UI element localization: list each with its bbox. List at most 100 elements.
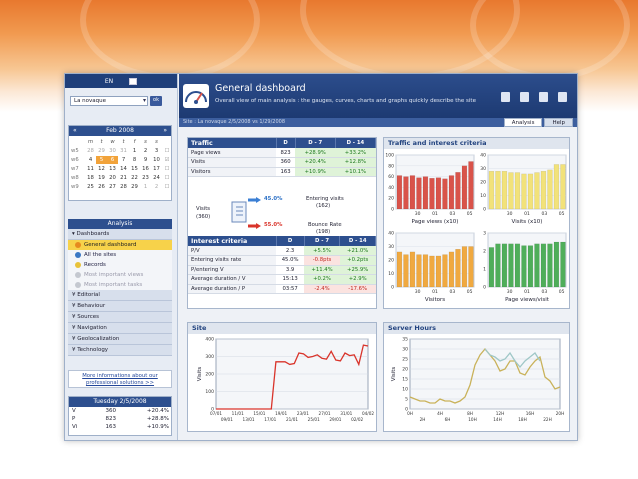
week-checkbox[interactable]: ☐ — [162, 165, 172, 173]
calendar-day[interactable]: 20 — [107, 174, 118, 182]
chart-x-label: Page views/visit — [505, 297, 550, 303]
menu-section-geolocalization[interactable]: ¥ Geolocalization — [68, 334, 172, 345]
y-tick-label: 30 — [480, 166, 486, 172]
menu-item-all-sites[interactable]: All the sites — [68, 250, 172, 260]
table-row: Page views 823 +28.9% +33.2% — [188, 148, 376, 158]
calendar-day[interactable]: 19 — [96, 174, 107, 182]
export-icon[interactable] — [520, 92, 529, 102]
print-icon[interactable] — [501, 92, 510, 102]
calendar-day[interactable]: 10 — [151, 156, 162, 164]
week-number[interactable]: w7 — [71, 165, 85, 173]
site-select[interactable]: La novaque — [70, 96, 148, 106]
week-number[interactable]: w9 — [71, 183, 85, 191]
y-tick-label: 0 — [391, 285, 394, 291]
week-number[interactable]: w6 — [71, 156, 85, 164]
x-tick-label: 29/01 — [329, 417, 341, 422]
calendar-day[interactable]: 13 — [107, 165, 118, 173]
toolbar — [501, 92, 567, 102]
calendar-month: Feb 2008 — [106, 127, 134, 134]
calendar-day[interactable]: 18 — [85, 174, 96, 182]
next-month-icon[interactable]: » — [163, 126, 167, 136]
calendar-day[interactable]: 27 — [107, 183, 118, 191]
calendar-day[interactable]: 16 — [140, 165, 151, 173]
week-number[interactable]: w5 — [71, 147, 85, 155]
menu-section-editorial[interactable]: ¥ Editorial — [68, 290, 172, 301]
menu-section-navigation[interactable]: ¥ Navigation — [68, 323, 172, 334]
bounce-value: (198) — [316, 229, 331, 235]
x-tick-label: 01 — [524, 289, 530, 295]
calendar-day[interactable]: 30 — [107, 147, 118, 155]
menu-section-dashboards[interactable]: ▾ Dashboards — [68, 229, 172, 240]
calendar-day[interactable]: 3 — [151, 147, 162, 155]
calendar-day[interactable]: 22 — [129, 174, 140, 182]
menu-section-technology[interactable]: ¥ Technology — [68, 345, 172, 356]
calendar-day[interactable]: 7 — [118, 156, 129, 164]
calendar-day[interactable]: 17 — [151, 165, 162, 173]
tab-help[interactable]: Help — [544, 118, 573, 127]
calendar-day[interactable]: 6 — [107, 156, 118, 164]
week-checkbox[interactable]: ☑ — [162, 156, 172, 164]
calendar-day[interactable]: 1 — [140, 183, 151, 191]
calendar-day[interactable]: 29 — [96, 147, 107, 155]
x-tick-label: 05 — [559, 211, 565, 217]
bar — [461, 246, 468, 288]
ok-button[interactable]: ok — [150, 96, 162, 106]
menu-section-behaviour[interactable]: ¥ Behaviour — [68, 301, 172, 312]
week-checkbox[interactable]: ☐ — [162, 174, 172, 182]
x-tick-label: 04/02 — [362, 411, 374, 416]
calendar-day[interactable]: 1 — [129, 147, 140, 155]
day-summary: Tuesday 2/5/2008 V 360 +20.4% P 823 +28.8% V… — [68, 396, 172, 436]
calendar-day[interactable]: 2 — [140, 147, 151, 155]
menu-section-sources[interactable]: ¥ Sources — [68, 312, 172, 323]
prev-month-icon[interactable]: « — [73, 126, 77, 136]
calendar-day[interactable]: 26 — [96, 183, 107, 191]
pro-solutions-link[interactable]: More informations about our professional… — [68, 370, 172, 388]
calendar-day[interactable]: 8 — [129, 156, 140, 164]
calendar-day[interactable]: 15 — [129, 165, 140, 173]
table-row: P/entering V 3.9 +11.4% +25.9% — [188, 265, 376, 275]
x-tick-label: 19/01 — [275, 411, 287, 416]
bar — [468, 161, 474, 210]
calendar-day[interactable]: 5 — [96, 156, 107, 164]
refresh-icon[interactable] — [558, 92, 567, 102]
calendar-day[interactable]: 24 — [151, 174, 162, 182]
calendar-day[interactable]: 21 — [118, 174, 129, 182]
calendar-day[interactable]: 28 — [118, 183, 129, 191]
email-icon[interactable] — [539, 92, 548, 102]
bar — [396, 251, 403, 288]
flag-icon[interactable] — [129, 77, 138, 85]
week-checkbox[interactable]: ☐ — [162, 147, 172, 155]
calendar-day[interactable]: 4 — [85, 156, 96, 164]
bar — [501, 171, 508, 210]
menu-item-records[interactable]: Records — [68, 260, 172, 270]
menu-item-important-views[interactable]: Most important views — [68, 270, 172, 280]
page-subtitle: Overall view of main analysis : the gaug… — [215, 98, 476, 104]
x-tick-label: 30 — [507, 289, 513, 295]
bar — [501, 243, 508, 288]
y-tick-label: 20 — [480, 180, 486, 186]
bar — [409, 251, 416, 288]
y-tick-label: 400 — [205, 337, 214, 343]
calendar-day[interactable]: 23 — [140, 174, 151, 182]
language-label[interactable]: EN — [105, 78, 113, 85]
calendar-day[interactable]: 9 — [140, 156, 151, 164]
calendar-day[interactable]: 12 — [96, 165, 107, 173]
calendar-day[interactable]: 2 — [151, 183, 162, 191]
menu-item-important-tasks[interactable]: Most important tasks — [68, 280, 172, 290]
week-number[interactable]: w8 — [71, 174, 85, 182]
menu-item-general-dashboard[interactable]: General dashboard — [68, 240, 172, 250]
calendar-day[interactable]: 11 — [85, 165, 96, 173]
bar — [455, 248, 461, 288]
bar — [429, 178, 435, 210]
tab-analysis[interactable]: Analysis — [503, 118, 543, 127]
calendar-day[interactable]: 29 — [129, 183, 140, 191]
bar — [495, 171, 501, 210]
week-checkbox[interactable]: ☐ — [162, 183, 172, 191]
x-tick-label: 22H — [543, 417, 551, 422]
bar — [416, 177, 422, 210]
calendar-day[interactable]: 28 — [85, 147, 96, 155]
calendar-day[interactable]: 31 — [118, 147, 129, 155]
day-title: Tuesday 2/5/2008 — [69, 397, 171, 407]
calendar-day[interactable]: 25 — [85, 183, 96, 191]
calendar-day[interactable]: 14 — [118, 165, 129, 173]
